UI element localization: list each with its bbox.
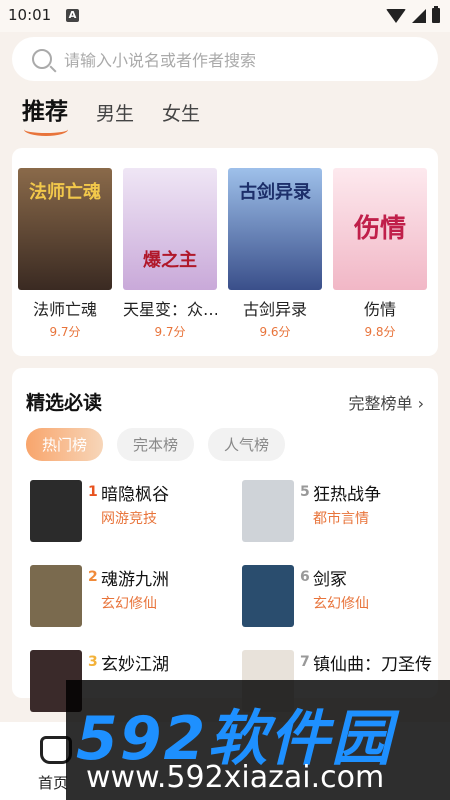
rank-cover: [242, 480, 294, 542]
chip-finished[interactable]: 完本榜: [117, 428, 195, 461]
rank-number: 1: [88, 484, 98, 500]
watermark-url: www.592xiazai.com: [86, 760, 385, 795]
rank-cover: [242, 565, 294, 627]
rank-title: 剑冢: [313, 570, 347, 590]
tab-label: 推荐: [22, 99, 68, 125]
search-placeholder: 请输入小说名或者作者搜索: [64, 51, 257, 70]
status-bar: 10:01 A: [0, 0, 450, 32]
book-item[interactable]: 爆之主 天星变：众… 9.7分: [123, 168, 217, 340]
rank-title: 魂游九洲: [101, 570, 169, 590]
category-tabs: 推荐 男生 女生: [22, 92, 200, 136]
system-icons: [386, 6, 440, 23]
book-item[interactable]: 古剑异录 古剑异录 9.6分: [228, 168, 322, 340]
tab-male[interactable]: 男生: [96, 99, 134, 126]
chip-hot[interactable]: 热门榜: [26, 428, 104, 461]
cover-title: 伤情: [353, 214, 406, 244]
full-ranking-link[interactable]: 完整榜单 ›: [349, 390, 425, 414]
rank-item[interactable]: 1 暗隐枫谷 网游竞技: [30, 480, 230, 544]
rank-number: 5: [300, 484, 310, 500]
book-item[interactable]: 伤情 伤情 9.8分: [333, 168, 427, 340]
book-title: 天星变：众…: [123, 300, 217, 319]
rank-title: 玄妙江湖: [101, 655, 169, 675]
watermark: 592软件园 www.592xiazai.com: [66, 680, 450, 800]
cover-title: 法师亡魂: [29, 182, 101, 203]
book-item[interactable]: 法师亡魂 法师亡魂 9.7分: [18, 168, 112, 340]
book-cover: 古剑异录: [228, 168, 322, 290]
battery-icon: [432, 6, 440, 23]
rank-cover: [30, 480, 82, 542]
book-cover: 爆之主: [123, 168, 217, 290]
cover-title: 古剑异录: [239, 182, 311, 203]
book-title: 古剑异录: [242, 300, 307, 319]
active-tab-indicator: [24, 123, 68, 136]
rank-title: 暗隐枫谷: [101, 485, 169, 505]
rank-category: 玄幻修仙: [313, 596, 369, 612]
status-time: 10:01: [8, 6, 52, 24]
wifi-icon: [386, 8, 406, 23]
book-title: 伤情: [363, 300, 396, 319]
book-cover: 伤情: [333, 168, 427, 290]
book-cover: 法师亡魂: [18, 168, 112, 290]
rank-title: 镇仙曲：刀圣传: [313, 655, 432, 675]
book-score: 9.6分: [259, 325, 291, 339]
book-title: 法师亡魂: [32, 300, 97, 319]
book-score: 9.8分: [364, 325, 396, 339]
nav-home-label[interactable]: 首页: [38, 772, 68, 793]
rank-number: 2: [88, 569, 98, 585]
recommend-card: 法师亡魂 法师亡魂 9.7分 爆之主 天星变：众… 9.7分 古剑异录 古剑异录…: [12, 148, 438, 356]
chip-popular[interactable]: 人气榜: [208, 428, 286, 461]
cover-title: 爆之主: [143, 250, 197, 271]
rank-number: 6: [300, 569, 310, 585]
rank-number: 7: [300, 654, 310, 670]
notification-icon: A: [66, 9, 79, 22]
rank-category: 网游竞技: [101, 511, 157, 527]
rank-number: 3: [88, 654, 98, 670]
rank-item[interactable]: 6 剑冢 玄幻修仙: [242, 565, 442, 629]
featured-card: 精选必读 完整榜单 › 热门榜 完本榜 人气榜 1 暗隐枫谷 网游竞技 2 魂游…: [12, 368, 438, 712]
book-score: 9.7分: [49, 325, 81, 339]
tab-recommend[interactable]: 推荐: [22, 92, 68, 136]
ranking-chips: 热门榜 完本榜 人气榜: [26, 428, 286, 461]
book-row: 法师亡魂 法师亡魂 9.7分 爆之主 天星变：众… 9.7分 古剑异录 古剑异录…: [18, 168, 427, 340]
rank-title: 狂热战争: [313, 485, 381, 505]
rank-cover: [30, 565, 82, 627]
rank-item[interactable]: 5 狂热战争 都市言情: [242, 480, 442, 544]
section-title: 精选必读: [26, 392, 103, 414]
rank-category: 都市言情: [313, 511, 369, 527]
rank-item[interactable]: 2 魂游九洲 玄幻修仙: [30, 565, 230, 629]
search-bar[interactable]: 请输入小说名或者作者搜索: [12, 37, 438, 81]
rank-category: 玄幻修仙: [101, 596, 157, 612]
book-score: 9.7分: [154, 325, 186, 339]
tab-female[interactable]: 女生: [162, 99, 200, 126]
search-icon: [32, 49, 52, 69]
signal-icon: [412, 8, 426, 23]
